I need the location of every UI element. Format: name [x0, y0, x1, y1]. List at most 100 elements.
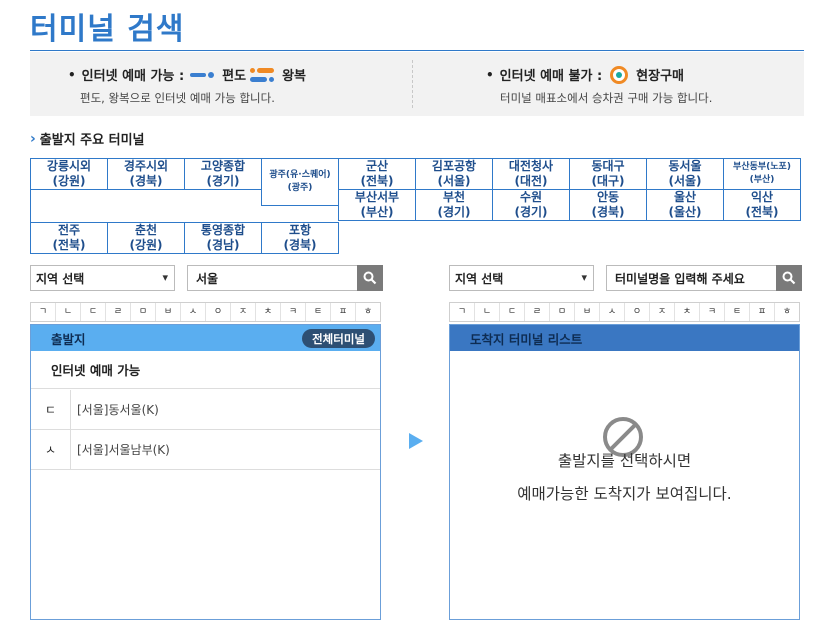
major-terminal-item[interactable]: 전주 (전북) [30, 222, 108, 254]
consonant-filter-item[interactable]: ㅎ [775, 303, 799, 321]
major-terminal-item[interactable]: 포항 (경북) [261, 222, 339, 254]
arrival-search-input[interactable]: 터미널명을 입력해 주세요 [606, 265, 778, 291]
consonant-filter-item[interactable]: ㅇ [206, 303, 231, 321]
major-terminal-item[interactable]: 강릉시외 (강원) [30, 158, 108, 190]
major-terminal-item[interactable]: 고양종합 (경기) [184, 158, 262, 190]
legend-oneway-label: 편도 [222, 69, 247, 84]
consonant-filter-item[interactable]: ㅁ [131, 303, 156, 321]
consonant-filter-item[interactable]: ㅋ [281, 303, 306, 321]
consonant-filter-item[interactable]: ㅌ [306, 303, 331, 321]
major-terminal-item[interactable]: 수원 (경기) [492, 189, 570, 221]
empty-message-line2: 예매가능한 도착지가 보여집니다. [517, 485, 732, 503]
major-terminal-item[interactable]: 부산동부(노포) (부산) [723, 158, 801, 190]
consonant-filter-item[interactable]: ㅁ [550, 303, 575, 321]
arrival-region-select[interactable]: 지역 선택 ▾ [449, 265, 594, 291]
consonant-filter-item[interactable]: ㅈ [650, 303, 675, 321]
major-terminal-item[interactable]: 군산 (전북) [338, 158, 416, 190]
consonant-filter-item[interactable]: ㅋ [700, 303, 725, 321]
legend-offline-label: 인터넷 예매 불가 : [499, 69, 603, 84]
empty-message-line1: 출발지를 선택하시면 [557, 452, 692, 470]
grid-filler [30, 189, 262, 223]
major-terminal-item[interactable]: 춘천 (강원) [107, 222, 185, 254]
major-terminal-item[interactable]: 익산 (전북) [723, 189, 801, 221]
consonant-filter-item[interactable]: ㅌ [725, 303, 750, 321]
major-terminal-item[interactable]: 부천 (경기) [415, 189, 493, 221]
consonant-filter-item[interactable]: ㄴ [56, 303, 81, 321]
chevron-down-icon: ▾ [581, 271, 587, 284]
major-terminals-heading-text: 출발지 주요 터미널 [39, 133, 145, 148]
major-terminal-item[interactable]: 경주시외 (경북) [107, 158, 185, 190]
booking-legend: • 인터넷 예매 가능 : 편도 왕복 편도, 왕복으로 인터넷 예매 가능 합… [30, 52, 804, 116]
legend-roundtrip-label: 왕복 [282, 69, 307, 84]
arrival-panel-header: 도착지 터미널 리스트 [450, 325, 799, 351]
legend-online: • 인터넷 예매 가능 : 편도 왕복 편도, 왕복으로 인터넷 예매 가능 합… [30, 52, 412, 116]
major-terminal-item[interactable]: 동대구 (대구) [569, 158, 647, 190]
consonant-filter-item[interactable]: ㅂ [156, 303, 181, 321]
bullet-icon: • [486, 67, 494, 82]
major-terminal-item[interactable]: 울산 (울산) [646, 189, 724, 221]
legend-online-label: 인터넷 예매 가능 : [81, 69, 185, 84]
arrival-panel-title: 도착지 터미널 리스트 [470, 331, 583, 347]
major-terminal-item[interactable]: 대전청사 (대전) [492, 158, 570, 190]
departure-consonant-filter: ㄱㄴㄷㄹㅁㅂㅅㅇㅈㅊㅋㅌㅍㅎ [30, 302, 381, 322]
consonant-filter-item[interactable]: ㅍ [750, 303, 775, 321]
consonant-filter-item[interactable]: ㄴ [475, 303, 500, 321]
legend-online-desc: 편도, 왕복으로 인터넷 예매 가능 합니다. [80, 91, 275, 105]
consonant-filter-item[interactable]: ㅅ [600, 303, 625, 321]
search-icon [363, 271, 377, 285]
legend-offline: • 인터넷 예매 불가 : 현장구매 터미널 매표소에서 승차권 구매 가능 합… [413, 52, 804, 116]
consonant-filter-item[interactable]: ㅅ [181, 303, 206, 321]
consonant-filter-item[interactable]: ㄱ [450, 303, 475, 321]
departure-search-input[interactable]: 서울 [187, 265, 359, 291]
list-item[interactable]: ㄷ [서울]동서울(K) [31, 390, 380, 430]
departure-region-select-value: 지역 선택 [36, 271, 85, 286]
major-terminal-item[interactable]: 부산서부 (부산) [338, 189, 416, 221]
consonant-filter-item[interactable]: ㄹ [106, 303, 131, 321]
major-terminal-item[interactable]: 안동 (경북) [569, 189, 647, 221]
legend-offline-desc: 터미널 매표소에서 승차권 구매 가능 합니다. [500, 91, 713, 105]
arrival-search-button[interactable] [776, 265, 802, 291]
arrival-consonant-filter: ㄱㄴㄷㄹㅁㅂㅅㅇㅈㅊㅋㅌㅍㅎ [449, 302, 800, 322]
list-item-name: [서울]동서울(K) [77, 403, 159, 417]
departure-panel: 출발지 전체터미널 인터넷 예매 가능 ㄷ [서울]동서울(K) ㅅ [서울]서… [30, 324, 381, 620]
all-terminals-button[interactable]: 전체터미널 [302, 329, 375, 348]
consonant-filter-item[interactable]: ㄹ [525, 303, 550, 321]
departure-search-button[interactable] [357, 265, 383, 291]
list-item-name: [서울]서울남부(K) [77, 443, 170, 457]
departure-search-value: 서울 [196, 271, 219, 286]
major-terminal-item[interactable]: 통영종합 (경남) [184, 222, 262, 254]
arrow-right-icon [409, 433, 423, 449]
oneway-icon [190, 70, 215, 80]
roundtrip-icon [250, 67, 275, 83]
consonant-filter-item[interactable]: ㅊ [256, 303, 281, 321]
consonant-filter-item[interactable]: ㅍ [331, 303, 356, 321]
consonant-filter-item[interactable]: ㅇ [625, 303, 650, 321]
list-item-initial: ㅅ [31, 430, 71, 469]
bullet-icon: • [68, 67, 76, 82]
departure-panel-title: 출발지 [51, 331, 86, 347]
major-terminal-item[interactable]: 동서울 (서울) [646, 158, 724, 190]
major-terminal-item[interactable]: 광주(유·스퀘어) (광주) [261, 158, 339, 206]
chevron-down-icon: ▾ [162, 271, 168, 284]
major-terminals-heading: › 출발지 주요 터미널 [30, 129, 145, 149]
title-divider [30, 50, 804, 51]
arrival-region-select-value: 지역 선택 [455, 271, 504, 286]
major-terminal-item[interactable]: 김포공항 (서울) [415, 158, 493, 190]
arrival-search-placeholder: 터미널명을 입력해 주세요 [615, 271, 745, 286]
consonant-filter-item[interactable]: ㄷ [81, 303, 106, 321]
consonant-filter-item[interactable]: ㄷ [500, 303, 525, 321]
consonant-filter-item[interactable]: ㅊ [675, 303, 700, 321]
chevron-right-icon: › [30, 130, 36, 147]
departure-panel-header: 출발지 전체터미널 [31, 325, 380, 351]
arrival-panel: 도착지 터미널 리스트 출발지를 선택하시면 예매가능한 도착지가 보여집니다. [449, 324, 800, 620]
consonant-filter-item[interactable]: ㅎ [356, 303, 380, 321]
consonant-filter-item[interactable]: ㄱ [31, 303, 56, 321]
page-title: 터미널 검색 [30, 12, 185, 47]
consonant-filter-item[interactable]: ㅈ [231, 303, 256, 321]
consonant-filter-item[interactable]: ㅂ [575, 303, 600, 321]
list-item[interactable]: ㅅ [서울]서울남부(K) [31, 430, 380, 470]
departure-region-select[interactable]: 지역 선택 ▾ [30, 265, 175, 291]
onsite-purchase-icon [610, 65, 629, 84]
online-available-subhead: 인터넷 예매 가능 [31, 351, 380, 389]
list-item-initial: ㄷ [31, 390, 71, 429]
